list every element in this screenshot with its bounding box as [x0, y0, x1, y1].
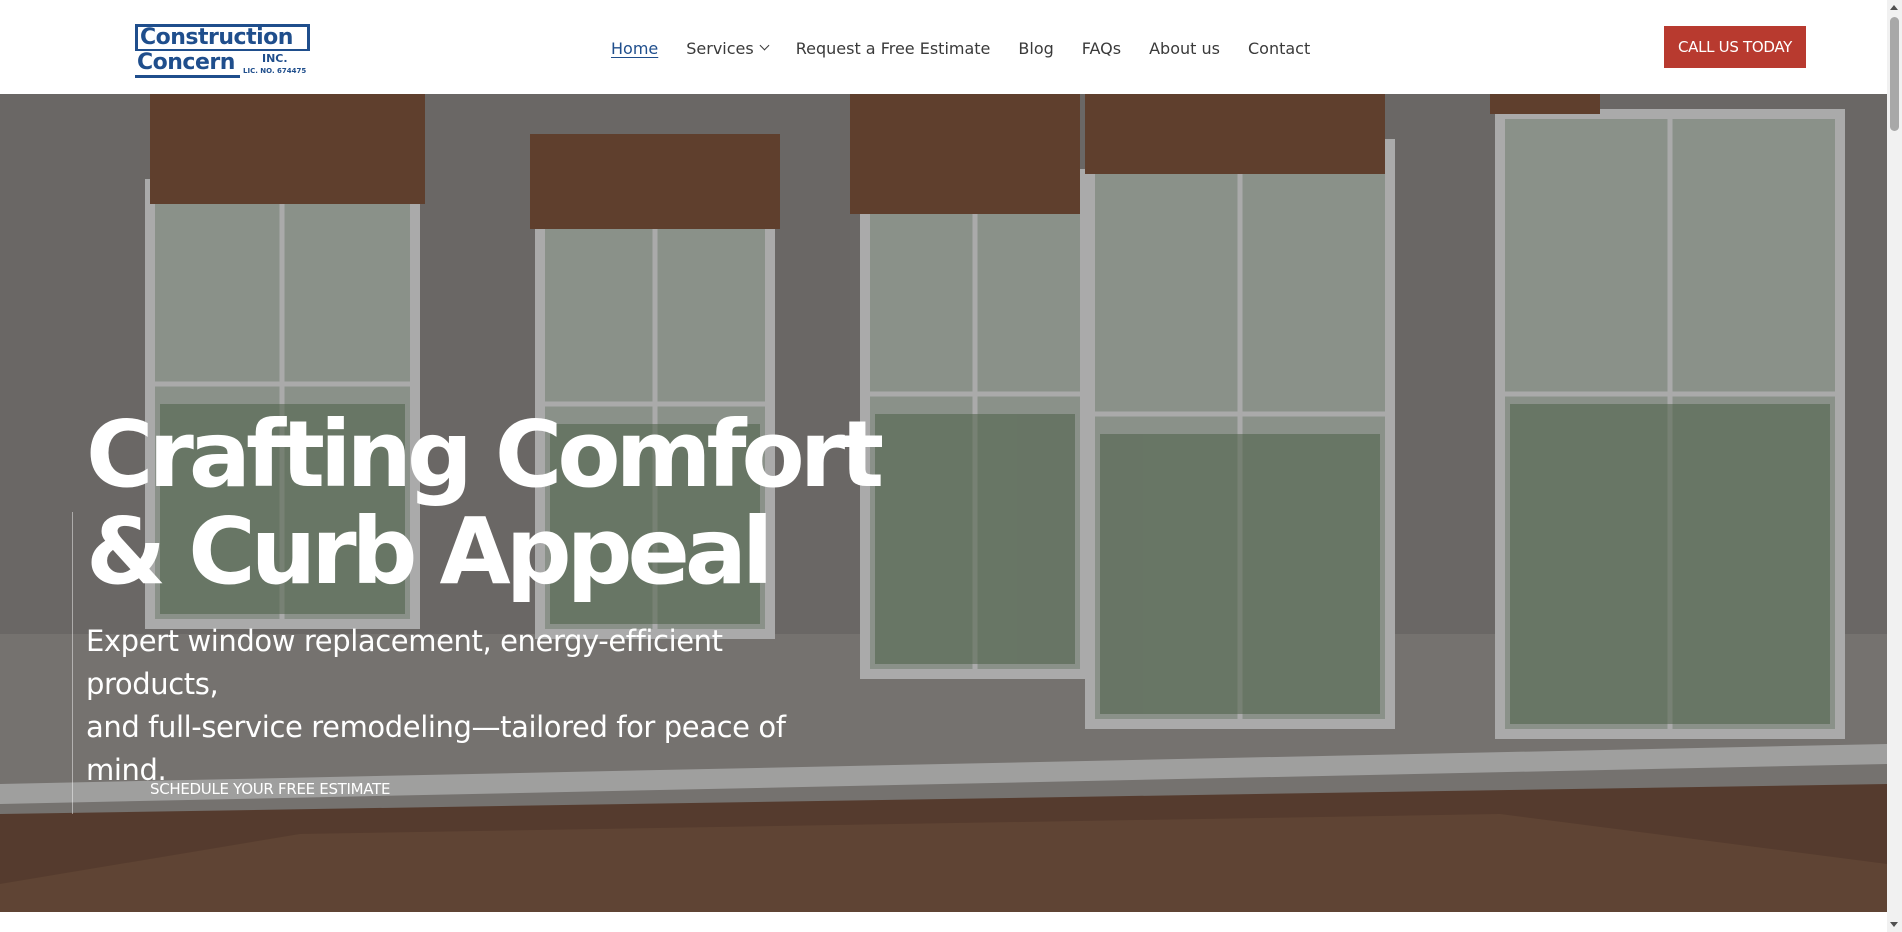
logo-line2: Concern	[135, 51, 240, 78]
scroll-thumb[interactable]	[1890, 17, 1899, 131]
main-nav: Home Services Request a Free Estimate Bl…	[611, 36, 1310, 60]
site-header: Construction Concern INC. LIC. NO. 67447…	[0, 0, 1887, 94]
logo-line1: Construction	[135, 24, 310, 51]
scroll-up-icon[interactable]	[1890, 5, 1898, 10]
hero-title-line1: Crafting Comfort	[86, 401, 884, 508]
nav-faqs[interactable]: FAQs	[1082, 39, 1121, 58]
nav-blog[interactable]: Blog	[1018, 39, 1053, 58]
nav-services[interactable]: Services	[686, 39, 767, 58]
hero-title-line2: & Curb Appeal	[86, 498, 773, 605]
page-scrollbar[interactable]	[1887, 0, 1902, 932]
scroll-down-icon[interactable]	[1890, 922, 1898, 927]
hero-subtitle: Expert window replacement, energy-effici…	[86, 620, 786, 792]
hero-divider	[72, 512, 73, 814]
logo-license: LIC. NO. 674475	[243, 67, 307, 75]
logo-inc: INC.	[262, 52, 288, 65]
nav-home[interactable]: Home	[611, 39, 658, 58]
chevron-down-icon	[760, 41, 768, 49]
schedule-estimate-button[interactable]: SCHEDULE YOUR FREE ESTIMATE	[150, 780, 390, 804]
hero-subtitle-line2: and full-service remodeling—tailored for…	[86, 710, 786, 744]
nav-contact[interactable]: Contact	[1248, 39, 1310, 58]
nav-request-estimate[interactable]: Request a Free Estimate	[796, 39, 991, 58]
hero-title: Crafting Comfort & Curb Appeal	[86, 406, 906, 600]
call-us-button[interactable]: CALL US TODAY	[1664, 26, 1806, 68]
company-logo[interactable]: Construction Concern INC. LIC. NO. 67447…	[135, 24, 311, 78]
hero-section: Crafting Comfort & Curb Appeal Expert wi…	[0, 94, 1887, 912]
hero-subtitle-line1: Expert window replacement, energy-effici…	[86, 624, 723, 701]
nav-services-label: Services	[686, 38, 754, 58]
nav-about[interactable]: About us	[1149, 39, 1220, 58]
